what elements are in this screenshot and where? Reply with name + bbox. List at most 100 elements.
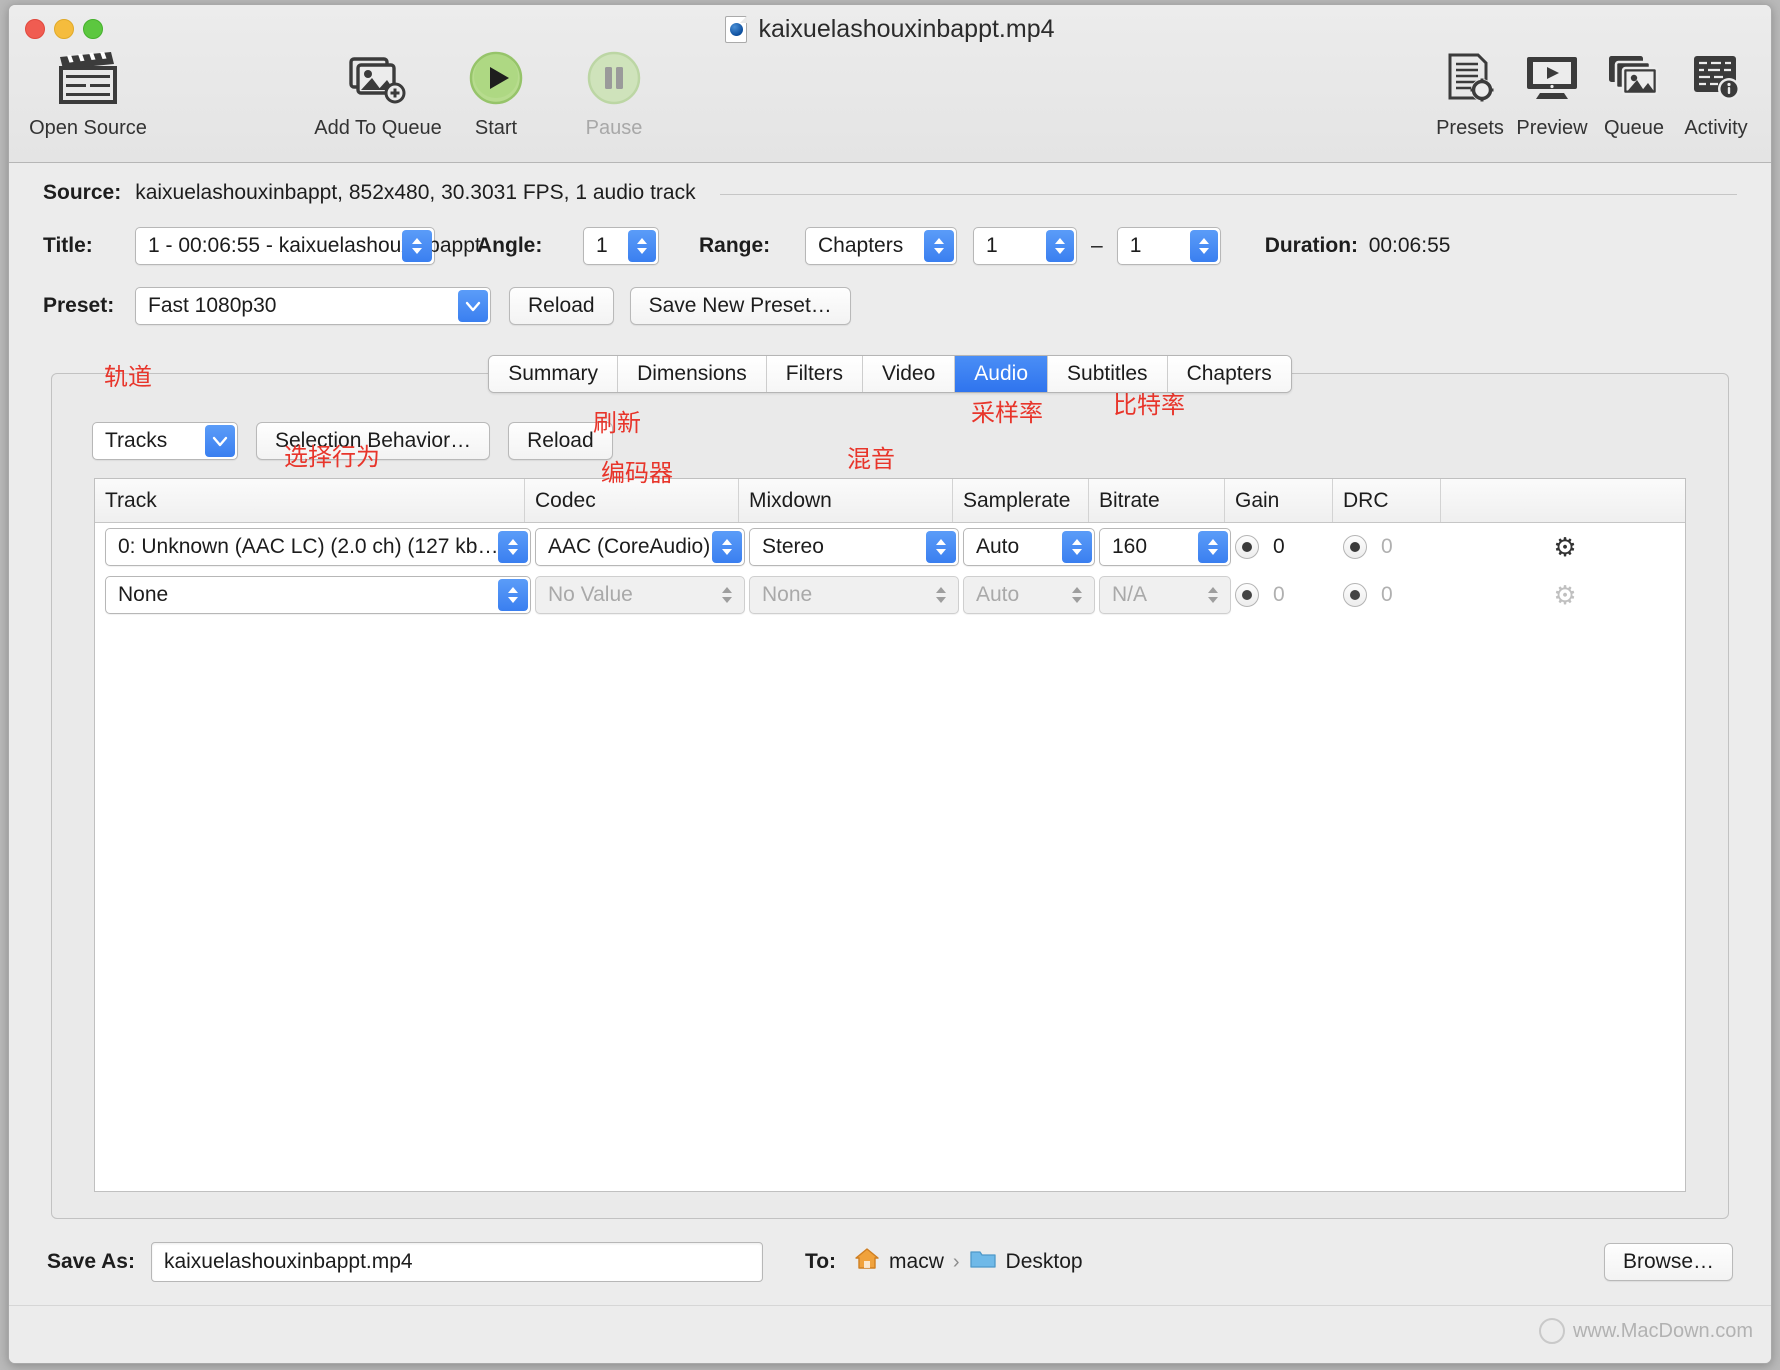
chevron-updown-icon — [712, 579, 742, 611]
range-end-value: 1 — [1129, 234, 1142, 257]
home-folder-icon — [854, 1247, 880, 1277]
browse-button[interactable]: Browse… — [1603, 1243, 1733, 1281]
cell-samplerate: Auto — [959, 528, 1095, 566]
path-separator-icon: › — [952, 1250, 960, 1273]
chevron-updown-icon — [498, 531, 528, 563]
preset-row: Preset: Fast 1080p30 Reload Save New Pre… — [43, 287, 1737, 325]
gain-slider-knob — [1235, 583, 1259, 607]
chevron-updown-icon — [1198, 579, 1228, 611]
mixdown-select-value: None — [762, 583, 813, 606]
toolbar-presets-label: Presets — [1436, 117, 1504, 139]
chevron-updown-icon[interactable] — [1046, 230, 1074, 262]
cell-codec: AAC (CoreAudio) — [531, 528, 745, 566]
angle-stepper[interactable]: 1 — [583, 227, 659, 265]
annotation-reload: 刷新 — [593, 409, 641, 437]
handbrake-window: kaixuelashouxinbappt.mp4 Open Source Add… — [8, 4, 1772, 1364]
save-new-preset-button[interactable]: Save New Preset… — [629, 287, 851, 325]
audio-table-header: Track Codec Mixdown Samplerate Bitrate G… — [95, 479, 1685, 523]
preset-label: Preset: — [43, 294, 115, 317]
col-header-drc: DRC — [1333, 479, 1441, 522]
tracks-select-value: Tracks — [105, 429, 168, 452]
toolbar-queue[interactable]: Queue — [1593, 47, 1675, 140]
title-row: Title: 1 - 00:06:55 - kaixuelashouxinbap… — [43, 227, 1737, 265]
chevron-updown-icon — [926, 531, 956, 563]
clapperboard-icon — [57, 47, 119, 109]
chevron-down-icon — [205, 425, 235, 457]
toolbar-open-source[interactable]: Open Source — [29, 47, 147, 140]
destination-path[interactable]: macw › Desktop — [854, 1247, 1083, 1277]
drc-value: 0 — [1381, 583, 1393, 606]
window-title-bar: kaixuelashouxinbappt.mp4 — [9, 15, 1771, 44]
preset-select[interactable]: Fast 1080p30 — [135, 287, 491, 325]
gain-value: 0 — [1273, 535, 1285, 558]
tab-subtitles[interactable]: Subtitles — [1048, 356, 1168, 392]
chevron-updown-icon — [1198, 531, 1228, 563]
mixdown-select[interactable]: Stereo — [749, 528, 959, 566]
tab-video[interactable]: Video — [862, 356, 956, 392]
source-row: Source: kaixuelashouxinbappt, 852x480, 3… — [43, 181, 1737, 205]
audio-tracks-table: Track Codec Mixdown Samplerate Bitrate G… — [94, 478, 1686, 1192]
gain-value: 0 — [1273, 583, 1285, 606]
samplerate-select[interactable]: Auto — [963, 528, 1095, 566]
duration-value: 00:06:55 — [1368, 234, 1451, 257]
preset-reload-button[interactable]: Reload — [509, 287, 614, 325]
cell-drc: 0 — [1339, 583, 1447, 607]
to-label: To: — [804, 1250, 837, 1273]
chevron-updown-icon[interactable] — [1189, 230, 1218, 262]
tab-chapters[interactable]: Chapters — [1167, 356, 1291, 392]
toolbar-pause[interactable]: Pause — [555, 47, 673, 140]
settings-panel-wrapper: Summary Dimensions Filters Video Audio S… — [9, 355, 1771, 1219]
path-folder-label: Desktop — [1005, 1250, 1083, 1273]
bitrate-select[interactable]: 160 — [1099, 528, 1231, 566]
col-header-mixdown: Mixdown — [739, 479, 953, 522]
annotation-codec: 编码器 — [601, 459, 673, 487]
chevron-updown-icon[interactable] — [628, 230, 656, 262]
toolbar-pause-label: Pause — [585, 117, 643, 139]
toolbar-start[interactable]: Start — [437, 47, 555, 140]
gear-icon[interactable]: ⚙ — [1553, 534, 1576, 560]
samplerate-select: Auto — [963, 576, 1095, 614]
tab-audio[interactable]: Audio — [955, 356, 1049, 392]
cell-bitrate: 160 — [1095, 528, 1231, 566]
samplerate-select-value: Auto — [976, 583, 1020, 606]
source-value: kaixuelashouxinbappt, 852x480, 30.3031 F… — [135, 181, 696, 204]
gain-slider-knob[interactable] — [1235, 535, 1259, 559]
watermark: www.MacDown.com — [1538, 1318, 1753, 1344]
range-dash: – — [1091, 234, 1103, 257]
tab-list: Summary Dimensions Filters Video Audio S… — [488, 355, 1292, 393]
toolbar-open-source-label: Open Source — [29, 117, 147, 139]
track-select[interactable]: None — [105, 576, 531, 614]
toolbar-start-label: Start — [474, 117, 518, 139]
codec-select-value: AAC (CoreAudio) — [548, 535, 711, 558]
tracks-select[interactable]: Tracks — [92, 422, 238, 460]
col-header-track: Track — [95, 479, 525, 522]
table-row: None No Value None Auto N/A 0 0 ⚙ — [95, 571, 1685, 619]
settings-tabbar: Summary Dimensions Filters Video Audio S… — [9, 355, 1771, 393]
save-as-value: kaixuelashouxinbappt.mp4 — [163, 1250, 413, 1273]
tab-summary[interactable]: Summary — [489, 356, 619, 392]
cell-bitrate: N/A — [1095, 576, 1231, 614]
tab-dimensions[interactable]: Dimensions — [618, 356, 767, 392]
codec-select[interactable]: AAC (CoreAudio) — [535, 528, 745, 566]
range-type-select[interactable]: Chapters — [805, 227, 957, 265]
save-as-input[interactable]: kaixuelashouxinbappt.mp4 — [150, 1242, 763, 1282]
source-label: Source: — [43, 181, 122, 204]
cell-drc: 0 — [1339, 535, 1447, 559]
toolbar-preview[interactable]: Preview — [1511, 47, 1593, 140]
cell-actions: ⚙ — [1447, 534, 1679, 560]
drc-value: 0 — [1381, 535, 1393, 558]
annotation-samplerate: 采样率 — [971, 399, 1043, 427]
toolbar-add-to-queue[interactable]: Add To Queue — [314, 47, 442, 140]
range-start-stepper[interactable]: 1 — [973, 227, 1077, 265]
track-select[interactable]: 0: Unknown (AAC LC) (2.0 ch) (127 kb… — [105, 528, 531, 566]
drc-slider-knob[interactable] — [1343, 535, 1367, 559]
toolbar-activity[interactable]: Activity — [1675, 47, 1757, 140]
pause-circle-icon — [586, 47, 642, 109]
tab-filters[interactable]: Filters — [766, 356, 863, 392]
range-end-stepper[interactable]: 1 — [1116, 227, 1221, 265]
annotation-selection-behavior: 选择行为 — [284, 443, 380, 471]
chevron-updown-icon — [712, 531, 742, 563]
toolbar-presets[interactable]: Presets — [1429, 47, 1511, 140]
toolbar-left-group: Open Source Add To Queue Start Pause — [29, 47, 673, 140]
title-select[interactable]: 1 - 00:06:55 - kaixuelashouxinbappt — [135, 227, 481, 265]
